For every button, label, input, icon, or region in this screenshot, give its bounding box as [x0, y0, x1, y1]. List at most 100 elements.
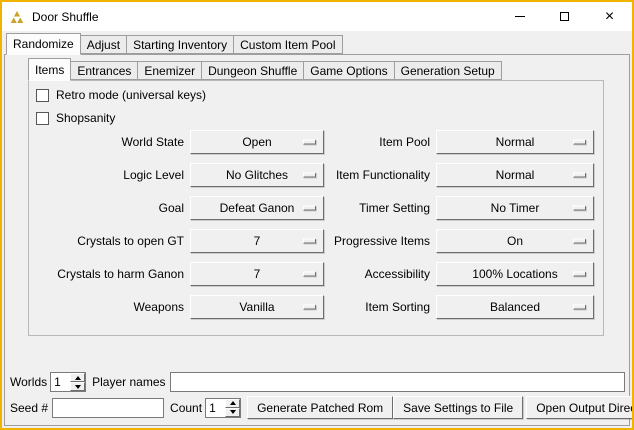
- save-settings-button[interactable]: Save Settings to File: [393, 396, 523, 419]
- timer-setting-value: No Timer: [491, 201, 540, 215]
- item-pool-dropdown[interactable]: Normal: [436, 130, 594, 154]
- menubutton-indicator-icon: [303, 140, 316, 145]
- outer-tab-bar: Randomize Adjust Starting Inventory Cust…: [6, 33, 343, 55]
- item-pool-label: Item Pool: [330, 135, 430, 149]
- close-icon: ×: [605, 9, 614, 25]
- minimize-icon: [515, 16, 525, 17]
- player-names-input[interactable]: [170, 372, 626, 392]
- timer-setting-dropdown[interactable]: No Timer: [436, 196, 594, 220]
- tab-game-options[interactable]: Game Options: [303, 61, 394, 80]
- spin-down-button[interactable]: [70, 382, 85, 391]
- tab-generation-setup[interactable]: Generation Setup: [394, 61, 502, 80]
- tab-adjust[interactable]: Adjust: [80, 35, 127, 54]
- app-icon: [9, 9, 25, 25]
- tab-items[interactable]: Items: [28, 58, 71, 81]
- world-state-value: Open: [242, 135, 271, 149]
- menubutton-indicator-icon: [303, 305, 316, 310]
- weapons-label: Weapons: [32, 300, 184, 314]
- accessibility-dropdown[interactable]: 100% Locations: [436, 262, 594, 286]
- crystals-harm-ganon-label: Crystals to harm Ganon: [32, 267, 184, 281]
- menubutton-indicator-icon: [573, 206, 586, 211]
- logic-level-label: Logic Level: [32, 168, 184, 182]
- item-sorting-value: Balanced: [490, 300, 540, 314]
- seed-label: Seed #: [10, 401, 48, 415]
- titlebar: Door Shuffle ×: [2, 2, 632, 31]
- spin-up-button[interactable]: [70, 373, 85, 382]
- menubutton-indicator-icon: [573, 305, 586, 310]
- worlds-value: 1: [51, 373, 70, 391]
- spin-arrows: [70, 373, 85, 391]
- progressive-items-label: Progressive Items: [330, 234, 430, 248]
- maximize-button[interactable]: [542, 2, 587, 31]
- crystals-open-gt-dropdown[interactable]: 7: [190, 229, 324, 253]
- maximize-icon: [560, 12, 569, 21]
- retro-mode-label: Retro mode (universal keys): [56, 88, 206, 102]
- shopsanity-checkbox[interactable]: Shopsanity: [36, 110, 115, 126]
- seed-row: Seed # Count 1 Generate Patched Rom Save…: [10, 396, 625, 419]
- goal-dropdown[interactable]: Defeat Ganon: [190, 196, 324, 220]
- arrow-up-icon: [75, 376, 81, 380]
- shopsanity-label: Shopsanity: [56, 111, 115, 125]
- window-title: Door Shuffle: [32, 10, 99, 24]
- arrow-down-icon: [230, 410, 236, 414]
- timer-setting-label: Timer Setting: [330, 201, 430, 215]
- crystals-harm-ganon-value: 7: [254, 267, 261, 281]
- accessibility-value: 100% Locations: [472, 267, 557, 281]
- inner-tab-bar: Items Entrances Enemizer Dungeon Shuffle…: [28, 58, 502, 81]
- menubutton-indicator-icon: [573, 239, 586, 244]
- player-names-label: Player names: [92, 375, 165, 389]
- item-pool-value: Normal: [496, 135, 535, 149]
- count-value: 1: [206, 399, 225, 417]
- spin-arrows: [225, 399, 240, 417]
- menubutton-indicator-icon: [303, 173, 316, 178]
- arrow-up-icon: [230, 401, 236, 405]
- tab-enemizer[interactable]: Enemizer: [137, 61, 202, 80]
- spin-down-button[interactable]: [225, 408, 240, 417]
- worlds-spinbox[interactable]: 1: [50, 372, 86, 392]
- options-grid: World State Open Item Pool Normal Logic …: [32, 130, 594, 319]
- crystals-harm-ganon-dropdown[interactable]: 7: [190, 262, 324, 286]
- world-state-label: World State: [32, 135, 184, 149]
- item-functionality-value: Normal: [496, 168, 535, 182]
- seed-input[interactable]: [52, 398, 164, 418]
- menubutton-indicator-icon: [573, 140, 586, 145]
- menubutton-indicator-icon: [573, 173, 586, 178]
- item-sorting-label: Item Sorting: [330, 300, 430, 314]
- randomize-page: Items Entrances Enemizer Dungeon Shuffle…: [4, 54, 630, 426]
- window-controls: ×: [497, 2, 632, 31]
- world-state-dropdown[interactable]: Open: [190, 130, 324, 154]
- multiworld-row: Worlds 1 Player names: [10, 371, 625, 393]
- accessibility-label: Accessibility: [330, 267, 430, 281]
- logic-level-value: No Glitches: [226, 168, 288, 182]
- menubutton-indicator-icon: [303, 272, 316, 277]
- menubutton-indicator-icon: [573, 272, 586, 277]
- retro-mode-checkbox[interactable]: Retro mode (universal keys): [36, 87, 206, 103]
- checkbox-icon: [36, 89, 49, 102]
- tab-custom-item-pool[interactable]: Custom Item Pool: [233, 35, 342, 54]
- checkbox-icon: [36, 112, 49, 125]
- tab-dungeon-shuffle[interactable]: Dungeon Shuffle: [201, 61, 304, 80]
- goal-value: Defeat Ganon: [220, 201, 295, 215]
- spin-up-button[interactable]: [225, 399, 240, 408]
- item-functionality-dropdown[interactable]: Normal: [436, 163, 594, 187]
- worlds-label: Worlds: [10, 375, 47, 389]
- menubutton-indicator-icon: [303, 239, 316, 244]
- item-sorting-dropdown[interactable]: Balanced: [436, 295, 594, 319]
- progressive-items-dropdown[interactable]: On: [436, 229, 594, 253]
- tab-starting-inventory[interactable]: Starting Inventory: [126, 35, 234, 54]
- arrow-down-icon: [75, 385, 81, 389]
- weapons-value: Vanilla: [239, 300, 274, 314]
- menubutton-indicator-icon: [303, 206, 316, 211]
- tab-entrances[interactable]: Entrances: [70, 61, 138, 80]
- goal-label: Goal: [32, 201, 184, 215]
- tab-randomize[interactable]: Randomize: [6, 33, 81, 55]
- weapons-dropdown[interactable]: Vanilla: [190, 295, 324, 319]
- logic-level-dropdown[interactable]: No Glitches: [190, 163, 324, 187]
- open-output-directory-button[interactable]: Open Output Directory: [526, 396, 634, 419]
- count-label: Count: [170, 401, 202, 415]
- close-button[interactable]: ×: [587, 2, 632, 31]
- minimize-button[interactable]: [497, 2, 542, 31]
- progressive-items-value: On: [507, 234, 523, 248]
- generate-patched-rom-button[interactable]: Generate Patched Rom: [247, 396, 393, 419]
- count-spinbox[interactable]: 1: [205, 398, 241, 418]
